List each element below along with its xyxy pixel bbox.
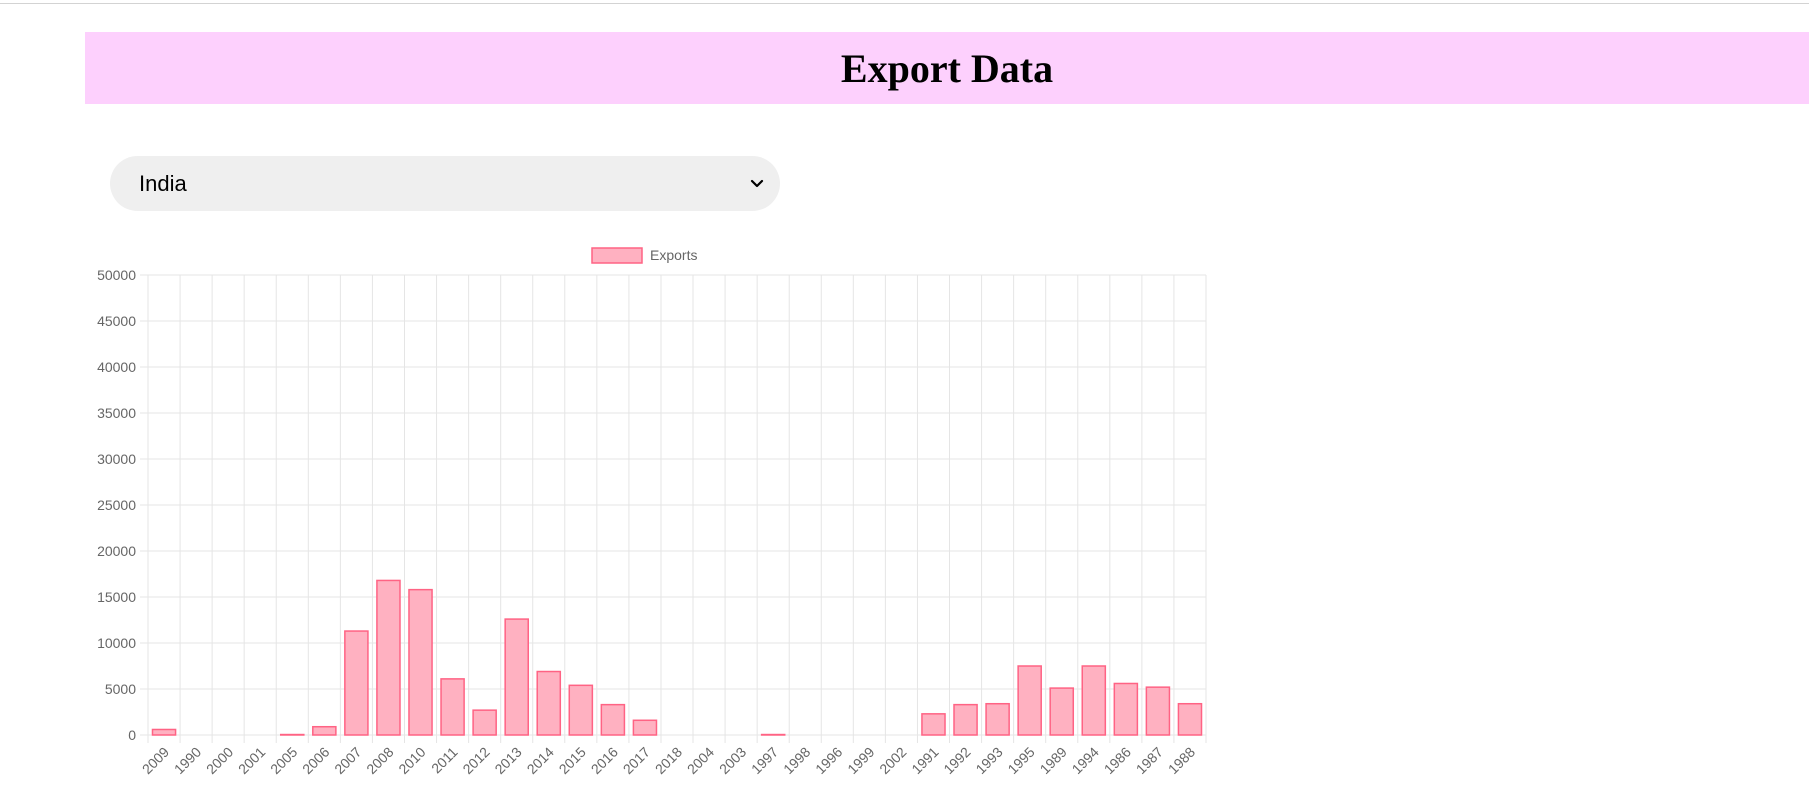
x-tick-label: 2012 — [459, 744, 492, 777]
x-tick-label: 2003 — [716, 744, 749, 777]
bar — [1145, 686, 1171, 736]
x-tick-label: 2013 — [491, 744, 524, 777]
y-tick-label: 20000 — [97, 543, 136, 559]
y-tick-label: 50000 — [97, 267, 136, 283]
x-tick-label: 1991 — [908, 744, 941, 777]
x-tick-label: 1996 — [812, 744, 845, 777]
y-tick-label: 30000 — [97, 451, 136, 467]
y-tick-label: 0 — [128, 727, 136, 743]
bar — [504, 618, 529, 736]
exports-bar-chart: 5000045000400003500030000250002000015000… — [97, 247, 1207, 777]
bar — [376, 579, 401, 736]
x-tick-label: 2009 — [139, 744, 172, 777]
bar — [344, 630, 369, 736]
x-tick-label: 1998 — [780, 744, 813, 777]
legend-label: Exports — [650, 247, 697, 263]
country-select[interactable]: India — [110, 156, 780, 211]
x-tick-label: 1992 — [940, 744, 973, 777]
bar — [600, 703, 626, 736]
x-tick-label: 2016 — [588, 744, 621, 777]
bar — [472, 709, 497, 736]
x-tick-label: 1987 — [1133, 744, 1166, 777]
y-tick-label: 35000 — [97, 405, 136, 421]
bar — [1113, 682, 1139, 736]
x-tick-label: 2018 — [652, 744, 685, 777]
y-tick-label: 5000 — [105, 681, 136, 697]
x-tick-label: 1989 — [1037, 744, 1070, 777]
bar — [1177, 702, 1203, 736]
x-tick-label: 2001 — [235, 744, 268, 777]
legend-swatch — [591, 247, 643, 264]
x-tick-label: 1999 — [844, 744, 877, 777]
bar — [408, 588, 433, 736]
page-title: Export Data — [840, 45, 1054, 91]
bar — [151, 728, 177, 736]
x-tick-label: 1990 — [171, 744, 204, 777]
y-tick-label: 10000 — [97, 635, 136, 651]
top-divider — [0, 3, 1809, 4]
x-tick-label: 2017 — [620, 744, 653, 777]
x-tick-label: 2010 — [395, 744, 428, 777]
bar — [632, 719, 658, 736]
x-tick-label: 2000 — [203, 744, 236, 777]
x-tick-label: 2014 — [524, 744, 557, 777]
bar — [1049, 687, 1075, 736]
x-tick-label: 1993 — [972, 744, 1005, 777]
x-tick-label: 1995 — [1004, 744, 1037, 777]
bar — [1017, 665, 1042, 736]
x-tick-label: 2015 — [556, 744, 589, 777]
x-tick-label: 1986 — [1101, 744, 1134, 777]
bar — [953, 703, 978, 736]
chevron-down-icon — [750, 179, 764, 187]
x-tick-label: 2005 — [267, 744, 300, 777]
x-tick-label: 2008 — [363, 744, 396, 777]
x-tick-label: 2006 — [299, 744, 332, 777]
y-tick-label: 25000 — [97, 497, 136, 513]
bar — [312, 725, 337, 736]
x-tick-label: 2011 — [428, 744, 461, 777]
x-tick-label: 2007 — [331, 744, 364, 777]
x-tick-label: 1988 — [1165, 744, 1198, 777]
y-tick-label: 15000 — [97, 589, 136, 605]
bar — [536, 670, 562, 736]
x-tick-label: 1997 — [748, 744, 781, 777]
bar — [985, 702, 1010, 736]
page-header: Export Data — [85, 32, 1809, 104]
bar — [440, 678, 465, 736]
x-tick-label: 2002 — [876, 744, 909, 777]
bar — [921, 713, 946, 736]
country-select-value: India — [139, 170, 187, 196]
x-tick-label: 2004 — [684, 744, 717, 777]
y-tick-label: 40000 — [97, 359, 136, 375]
bar — [568, 684, 594, 736]
bar — [1081, 665, 1107, 736]
x-tick-label: 1994 — [1069, 744, 1102, 777]
y-tick-label: 45000 — [97, 313, 136, 329]
